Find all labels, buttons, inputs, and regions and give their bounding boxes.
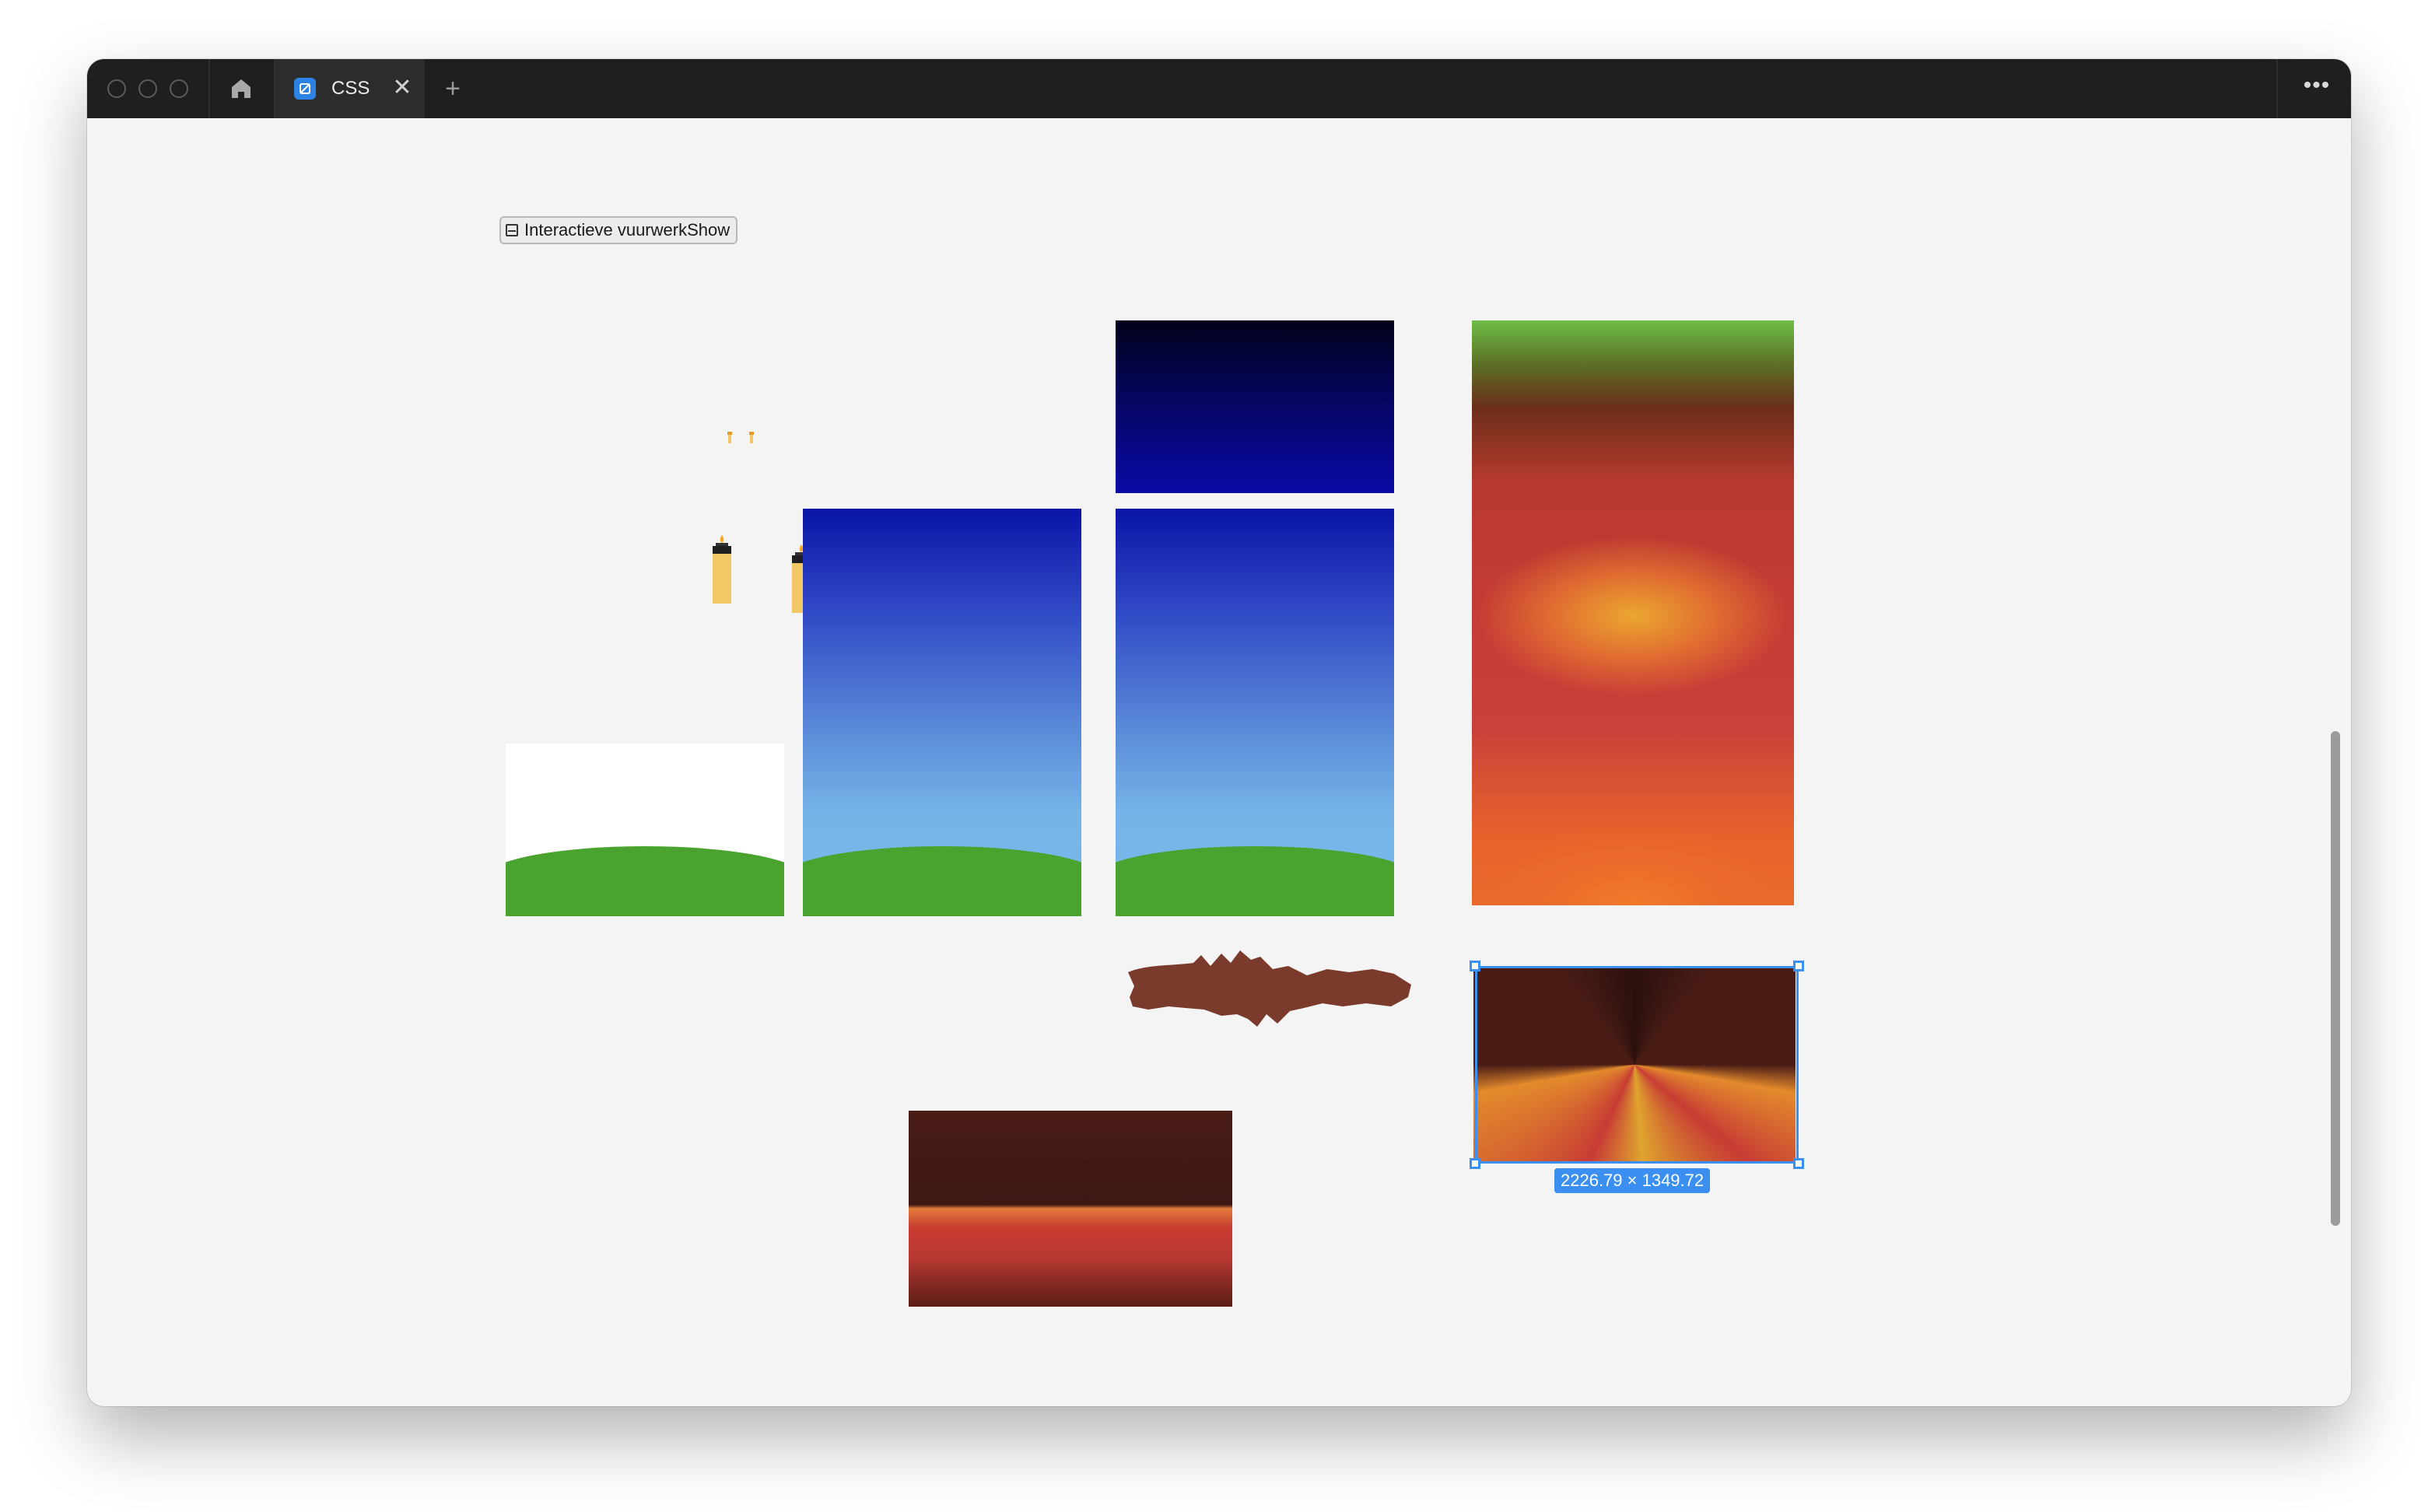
ember-glow <box>1472 694 1794 905</box>
title-bar-divider <box>208 59 210 118</box>
tab-label: CSS <box>331 78 370 99</box>
green-hill <box>1116 846 1394 916</box>
vertical-scrollbar[interactable] <box>2331 731 2340 1226</box>
close-icon[interactable]: ✕ <box>389 75 415 101</box>
design-canvas[interactable]: Interactieve vuurwerkShow 2226.79 × 1349… <box>87 118 2351 1406</box>
resize-handle-bottom-left[interactable] <box>1470 1158 1480 1169</box>
sky-scene[interactable] <box>1116 509 1394 916</box>
sky-scene[interactable] <box>803 509 1081 916</box>
rock-shape[interactable] <box>1123 949 1419 1034</box>
resize-handle-bottom-right[interactable] <box>1793 1158 1804 1169</box>
horizon-scene[interactable] <box>909 1111 1232 1307</box>
selection-dimensions-badge: 2226.79 × 1349.72 <box>1554 1168 1711 1193</box>
resize-handle-top-right[interactable] <box>1793 961 1804 971</box>
green-hill <box>506 846 784 916</box>
selection-outline <box>1475 966 1799 1164</box>
resize-handle-top-left[interactable] <box>1470 961 1480 971</box>
flame-glow <box>1480 538 1786 694</box>
home-icon <box>232 79 251 98</box>
frame-label-button[interactable]: Interactieve vuurwerkShow <box>499 216 738 244</box>
night-sky-scene[interactable] <box>1116 320 1394 493</box>
lighter-shape[interactable] <box>709 534 733 605</box>
window-minimize-control[interactable] <box>138 79 157 98</box>
frame-label-text: Interactieve vuurwerkShow <box>524 220 731 240</box>
window-zoom-control[interactable] <box>170 79 188 98</box>
more-icon[interactable]: ••• <box>2298 73 2335 104</box>
plus-icon[interactable]: + <box>437 73 468 104</box>
frame-icon <box>506 224 518 236</box>
home-button[interactable] <box>224 75 258 103</box>
app-window: CSS ✕ + ••• Interactieve vuurwerkShow 22… <box>87 59 2351 1406</box>
green-hill <box>803 846 1081 916</box>
tab-app-icon <box>294 78 316 100</box>
tab-css[interactable]: CSS ✕ <box>275 59 425 118</box>
hill-scene-white[interactable] <box>506 744 784 916</box>
title-bar-divider <box>2276 59 2278 118</box>
small-lighter-pair[interactable] <box>725 429 764 445</box>
window-close-control[interactable] <box>107 79 126 98</box>
title-bar: CSS ✕ + ••• <box>87 59 2351 118</box>
fire-glow-scene[interactable] <box>1472 320 1794 905</box>
